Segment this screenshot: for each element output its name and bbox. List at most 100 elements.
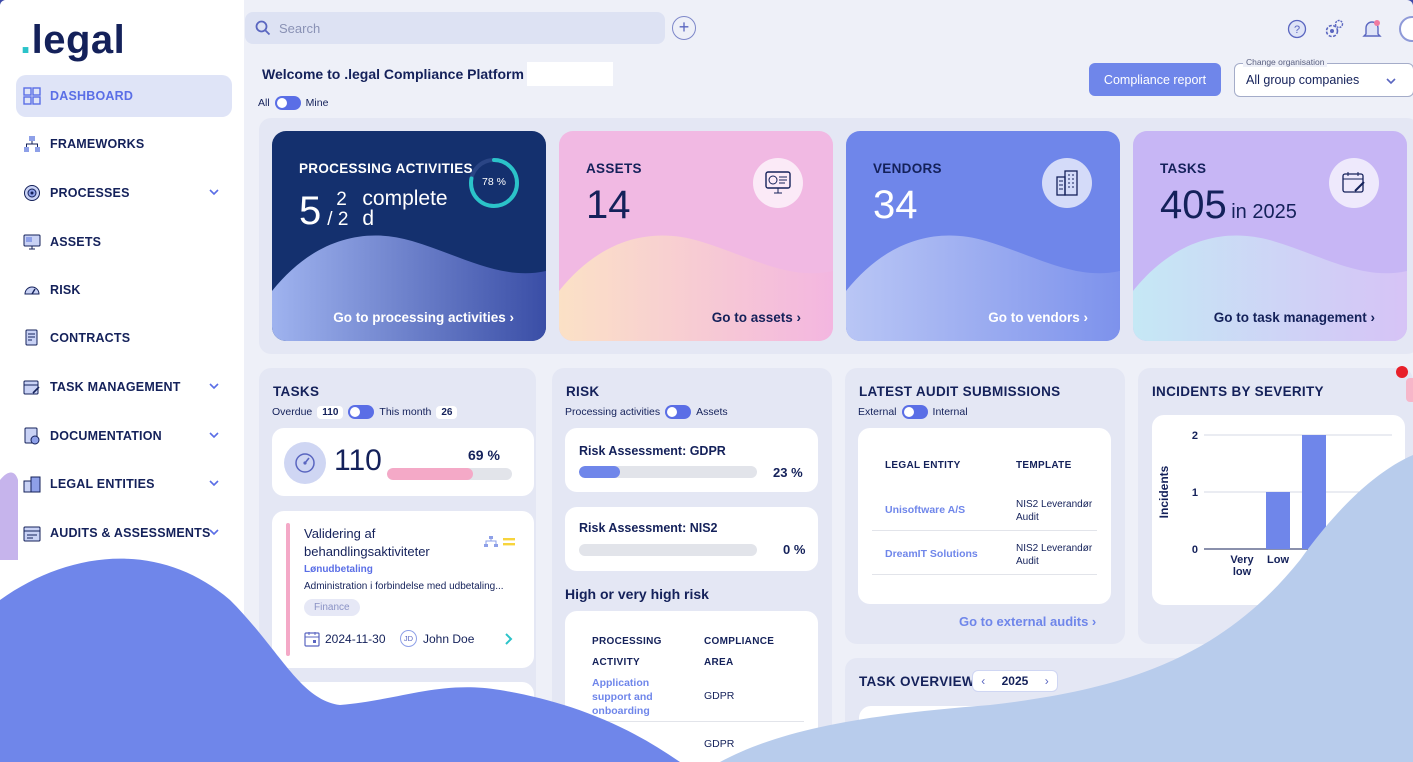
- task-overview-chart: [859, 706, 1399, 762]
- table-row[interactable]: Unisoftware A/S: [885, 504, 965, 516]
- risk-toggle[interactable]: Processing activities Assets: [565, 405, 728, 419]
- speedometer-icon: [284, 442, 326, 484]
- table-row[interactable]: Application support and onboarding: [592, 676, 653, 718]
- asset-monitor-icon: [753, 158, 803, 208]
- tasks-percent: 69 %: [468, 447, 500, 463]
- task-overview-card: TASK OVERVIEW ‹ 2025 ›: [845, 658, 1413, 762]
- svg-text:?: ?: [1294, 24, 1300, 36]
- tasks-card: TASKS Overdue 110 This month 26 110 69 %: [259, 368, 536, 762]
- x-tick-label: Mo: [1306, 554, 1322, 566]
- calendar-check-icon: [22, 523, 42, 543]
- calendar-edit-icon: [22, 377, 42, 397]
- building-icon: [1042, 158, 1092, 208]
- sidebar-item-task-management[interactable]: TASK MANAGEMENT: [16, 366, 232, 408]
- organisation-select[interactable]: Change organisation All group companies: [1234, 57, 1413, 97]
- risk-progress-fill: [579, 466, 620, 478]
- divider: [872, 574, 1097, 575]
- toggle-switch[interactable]: [665, 405, 692, 419]
- hierarchy-icon: [22, 134, 42, 154]
- toggle-switch[interactable]: [274, 96, 301, 110]
- y-tick-label: 1: [1192, 487, 1198, 499]
- divider: [579, 721, 804, 722]
- risk-card: RISK Processing activities Assets Risk A…: [552, 368, 832, 762]
- add-button[interactable]: +: [672, 16, 696, 40]
- year-selector[interactable]: ‹ 2025 ›: [972, 670, 1058, 692]
- next-year-button[interactable]: ›: [1045, 674, 1049, 688]
- kpi-card-tasks[interactable]: TASKS 405 in 2025 Go to task management …: [1133, 131, 1407, 341]
- assets-link[interactable]: Go to assets ›: [712, 310, 801, 325]
- external-audits-link[interactable]: Go to external audits ›: [959, 614, 1096, 629]
- chevron-down-icon[interactable]: [208, 526, 220, 538]
- table-row[interactable]: DreamIT Solutions: [885, 548, 978, 560]
- gauge-icon: [22, 280, 42, 300]
- compliance-report-button[interactable]: Compliance report: [1089, 63, 1221, 96]
- contract-icon: [22, 328, 42, 348]
- tasks-count: 405 in 2025: [1160, 183, 1297, 227]
- y-tick-label: 2: [1192, 430, 1198, 442]
- chevron-down-icon[interactable]: [208, 186, 220, 198]
- task-tag: Finance: [304, 599, 360, 616]
- vendors-count: 34: [873, 183, 918, 227]
- sidebar: .legal DASHBOARD FRAMEWORKS PROCESSES AS…: [0, 0, 244, 762]
- chevron-down-icon[interactable]: [208, 477, 220, 489]
- risk-assessment-nis2[interactable]: Risk Assessment: NIS2 0 %: [565, 507, 818, 571]
- external-internal-toggle[interactable]: External Internal: [858, 405, 968, 419]
- task-description: Administration i forbindelse med udbetal…: [304, 581, 504, 592]
- all-mine-toggle[interactable]: All Mine: [258, 96, 328, 110]
- risk-assessment-gdpr[interactable]: Risk Assessment: GDPR 23 %: [565, 428, 818, 492]
- chevron-down-icon[interactable]: [208, 429, 220, 441]
- welcome-name-box: [527, 62, 613, 86]
- side-tab[interactable]: [1406, 378, 1413, 402]
- divider: [872, 530, 1097, 531]
- processing-count: 5 2 / 2 complete d: [299, 187, 448, 233]
- search-input[interactable]: Search: [245, 12, 665, 44]
- sidebar-item-risk[interactable]: RISK: [16, 269, 232, 311]
- chevron-down-icon[interactable]: [208, 380, 220, 392]
- sidebar-item-assets[interactable]: ASSETS: [16, 221, 232, 263]
- audits-table: LEGAL ENTITY TEMPLATE Unisoftware A/S NI…: [858, 428, 1111, 604]
- task-item[interactable]: Validering af behandlingsaktiviteter Løn…: [272, 511, 534, 668]
- search-icon: [255, 20, 271, 36]
- tasks-summary: 110 69 %: [272, 428, 534, 496]
- prev-year-button[interactable]: ‹: [981, 674, 985, 688]
- high-risk-title: High or very high risk: [565, 586, 709, 602]
- document-icon: [22, 426, 42, 446]
- sidebar-item-processes[interactable]: PROCESSES: [16, 172, 232, 214]
- notification-bell-icon[interactable]: [1361, 18, 1383, 40]
- processing-activities-link[interactable]: Go to processing activities ›: [333, 310, 514, 325]
- kpi-card-vendors[interactable]: VENDORS 34 Go to vendors ›: [846, 131, 1120, 341]
- kpi-card-assets[interactable]: ASSETS 14 Go to assets ›: [559, 131, 833, 341]
- assignee-avatar: JD: [400, 630, 417, 647]
- task-item[interactable]: å bruger- og ad: [272, 682, 534, 762]
- toggle-switch[interactable]: [348, 405, 375, 419]
- toggle-switch[interactable]: [901, 405, 928, 419]
- kpi-card-processing-activities[interactable]: PROCESSING ACTIVITIES 5 2 / 2 complete d: [272, 131, 546, 341]
- x-tick-label: low: [1233, 566, 1252, 578]
- top-toolbar: ?: [1287, 16, 1413, 42]
- risk-progress-bar: [579, 544, 757, 556]
- bar: [1266, 492, 1290, 549]
- sidebar-item-documentation[interactable]: DOCUMENTATION: [16, 415, 232, 457]
- vendors-link[interactable]: Go to vendors ›: [988, 310, 1088, 325]
- sidebar-item-dashboard[interactable]: DASHBOARD: [16, 75, 232, 117]
- chevron-right-icon[interactable]: [504, 633, 514, 645]
- y-axis-label: Incidents: [1157, 465, 1171, 518]
- audits-card: LATEST AUDIT SUBMISSIONS External Intern…: [845, 368, 1125, 644]
- logo[interactable]: .legal: [20, 18, 125, 63]
- progress-percent: 78 %: [482, 176, 506, 188]
- overdue-toggle[interactable]: Overdue 110 This month 26: [272, 405, 458, 419]
- tasks-progress-fill: [387, 468, 474, 480]
- help-icon[interactable]: ?: [1287, 19, 1307, 39]
- task-management-link[interactable]: Go to task management ›: [1214, 310, 1375, 325]
- sidebar-item-audits[interactable]: AUDITS & ASSESSMENTS: [16, 512, 232, 554]
- sidebar-item-legal-entities[interactable]: LEGAL ENTITIES: [16, 463, 232, 505]
- calendar-icon: [304, 632, 320, 647]
- sidebar-item-frameworks[interactable]: FRAMEWORKS: [16, 123, 232, 165]
- risk-progress-bar: [579, 466, 757, 478]
- app-window: .legal DASHBOARD FRAMEWORKS PROCESSES AS…: [0, 0, 1413, 762]
- priority-equal-icon: [503, 538, 515, 546]
- settings-icon[interactable]: [1323, 18, 1345, 40]
- tasks-big-count: 110: [334, 444, 382, 477]
- avatar[interactable]: [1399, 16, 1413, 42]
- sidebar-item-contracts[interactable]: CONTRACTS: [16, 317, 232, 359]
